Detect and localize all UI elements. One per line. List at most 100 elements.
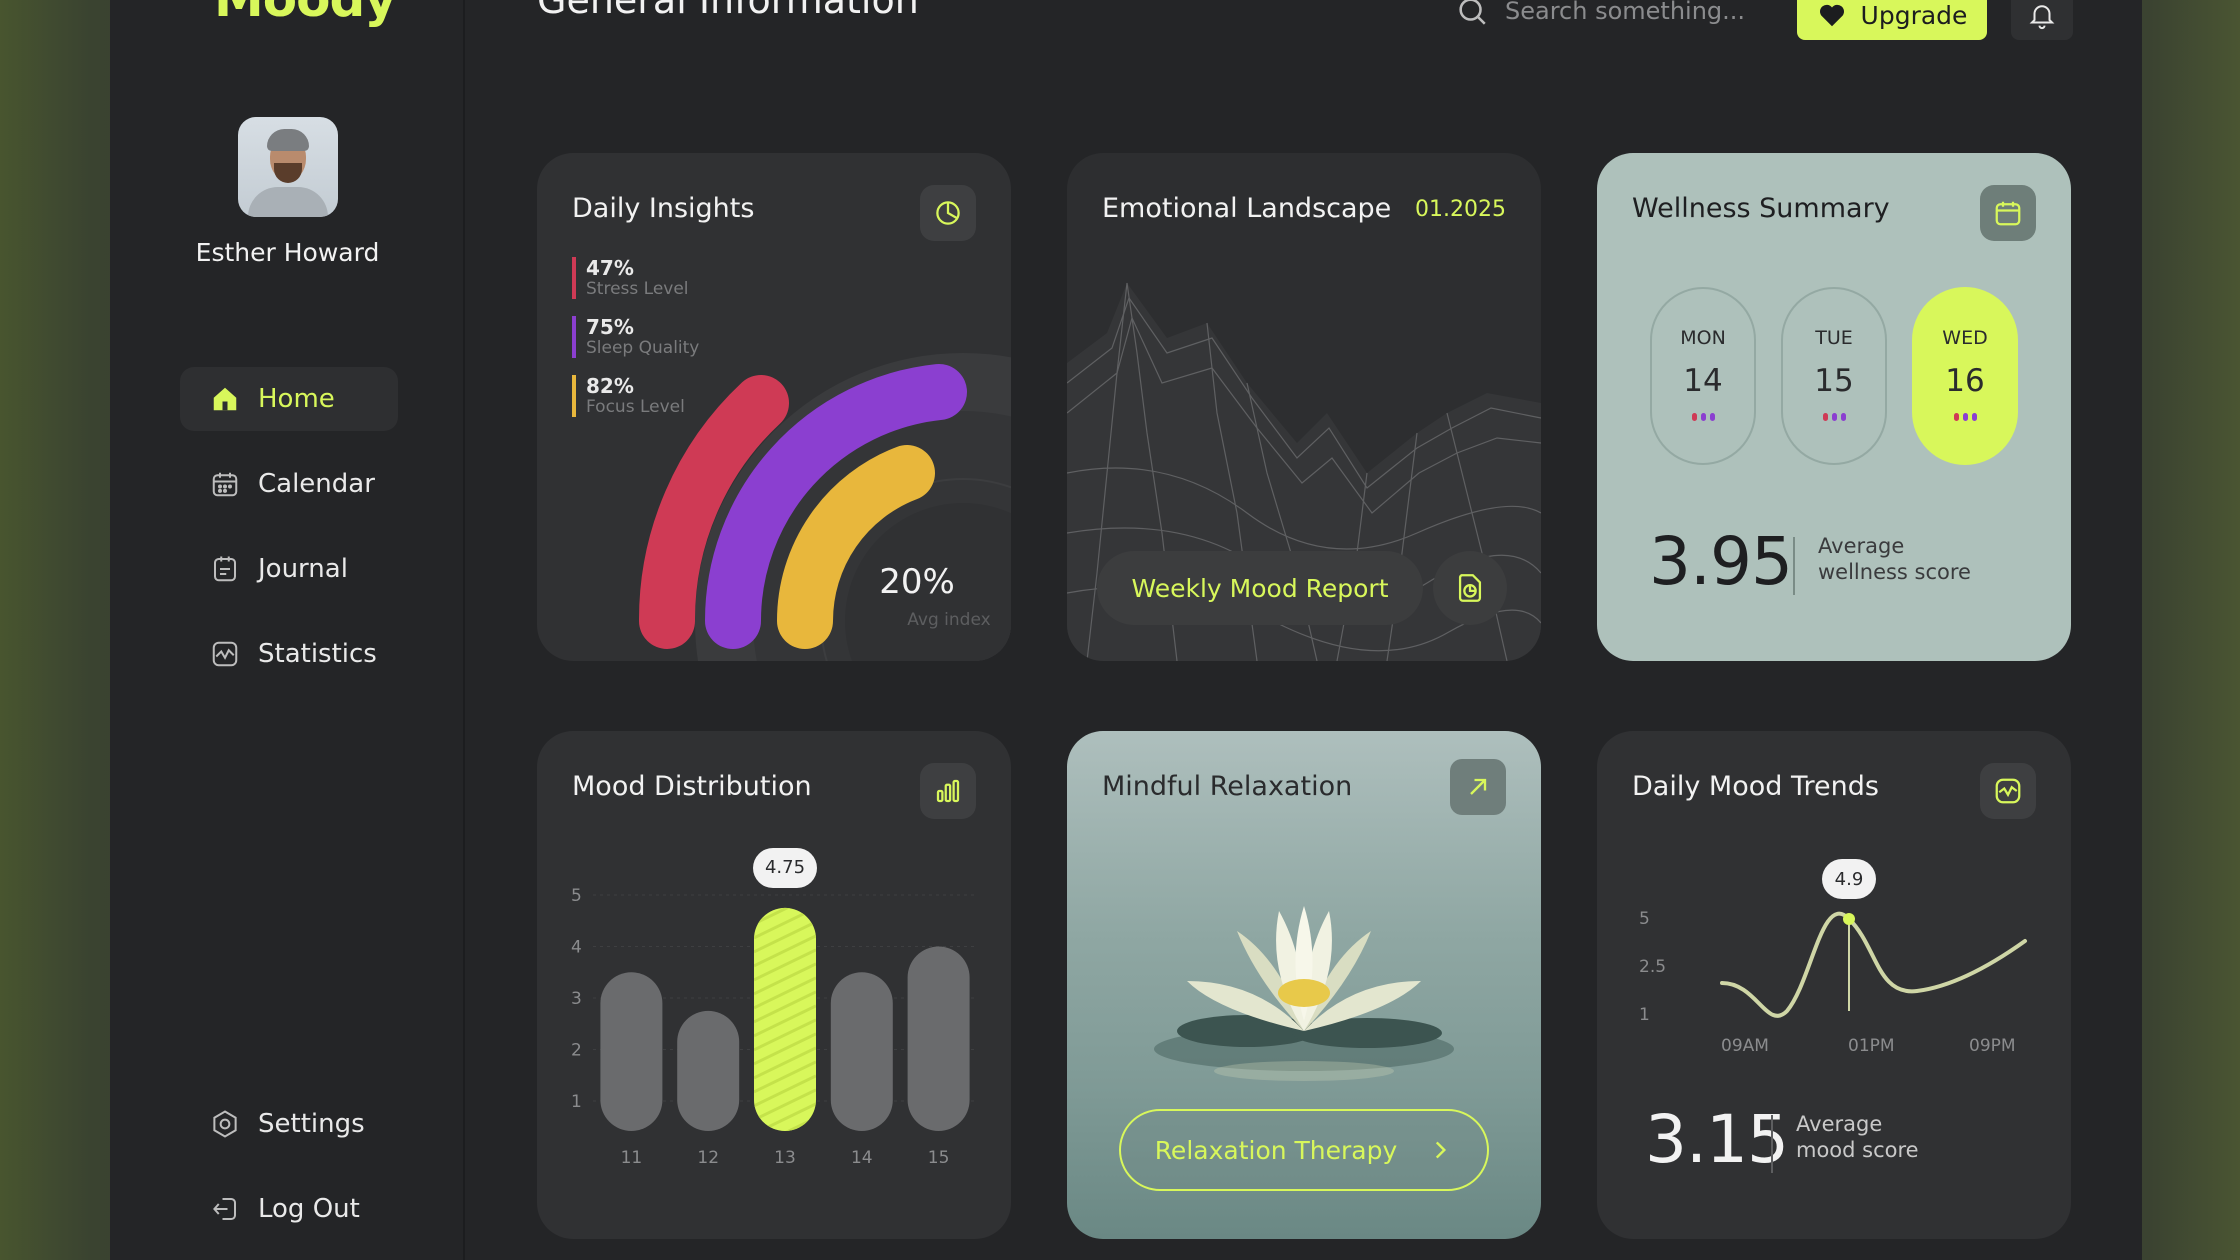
- settings-label: Settings: [258, 1109, 365, 1139]
- relaxation-therapy-button[interactable]: Relaxation Therapy: [1119, 1109, 1489, 1191]
- calendar-button[interactable]: [1980, 185, 2036, 241]
- statistics-icon: [212, 641, 238, 667]
- y-tick: 4: [571, 938, 582, 958]
- x-tick: 14: [851, 1148, 873, 1168]
- day-mon[interactable]: MON 14: [1650, 287, 1756, 465]
- sidebar-item-label: Statistics: [258, 639, 377, 669]
- y-tick: 2: [571, 1041, 582, 1061]
- home-icon: [213, 387, 237, 411]
- y-tick: 1: [571, 1092, 582, 1112]
- sidebar-item-statistics[interactable]: Statistics: [180, 622, 398, 686]
- sidebar-item-calendar[interactable]: Calendar: [180, 452, 398, 516]
- search-icon: [1459, 0, 1486, 25]
- app-window: Moody Esther Howard Home Calendar Journa…: [110, 0, 2142, 1260]
- y-tick: 3: [571, 989, 582, 1009]
- sidebar: Moody Esther Howard Home Calendar Journa…: [110, 0, 465, 1260]
- page-title: General Information: [537, 0, 919, 22]
- center-value: 20%: [879, 562, 955, 602]
- x-tick: 09AM: [1721, 1036, 1769, 1056]
- wellness-summary-card: Wellness Summary MON 14 TUE 15 WED 16 3.…: [1597, 153, 2071, 661]
- bar-12: [677, 1010, 740, 1131]
- daily-insights-card: Daily Insights 47% Stress Level 75% Slee…: [537, 153, 1011, 661]
- app-logo[interactable]: Moody: [214, 0, 397, 28]
- settings-icon: [213, 1110, 237, 1138]
- journal-icon: [214, 556, 236, 582]
- search-input[interactable]: Search something...: [1505, 0, 1745, 25]
- card-title: Wellness Summary: [1632, 193, 1890, 224]
- x-tick: 09PM: [1969, 1036, 2016, 1056]
- wellness-score: 3.95: [1649, 523, 1793, 600]
- weekly-mood-report-button[interactable]: Weekly Mood Report: [1097, 551, 1423, 625]
- user-name: Esther Howard: [195, 238, 380, 267]
- day-date: 15: [1814, 363, 1854, 399]
- upgrade-button[interactable]: Upgrade: [1797, 0, 1987, 40]
- mindful-relaxation-card: Mindful Relaxation Relaxation Therapy: [1067, 731, 1541, 1239]
- y-tick: 5: [571, 886, 582, 906]
- settings-button[interactable]: Settings: [180, 1092, 398, 1156]
- logout-icon: [213, 1198, 236, 1220]
- score-label-line: Average: [1818, 534, 1905, 558]
- sidebar-item-label: Calendar: [258, 469, 375, 499]
- score-label-line: Average: [1796, 1112, 1883, 1136]
- bar-15: [907, 946, 970, 1131]
- heart-icon: [1819, 4, 1844, 27]
- calendar-icon: [212, 472, 238, 497]
- day-date: 14: [1683, 363, 1723, 399]
- bar-tooltip: 4.75: [753, 847, 817, 888]
- score-label-line: wellness score: [1818, 560, 1971, 584]
- day-name: MON: [1680, 327, 1726, 349]
- day-name: TUE: [1815, 327, 1853, 349]
- mood-distribution-card: Mood Distribution 5 4 3 2 1 11 12 13 14 15 4.75: [537, 731, 1011, 1239]
- day-date: 16: [1945, 363, 1985, 399]
- bar-stripe: [754, 1174, 816, 1204]
- chevron-right-icon: [1436, 1141, 1447, 1159]
- calendar-icon: [1995, 201, 2021, 226]
- x-tick: 13: [774, 1148, 796, 1168]
- day-dots: [1783, 413, 1885, 421]
- day-tue[interactable]: TUE 15: [1781, 287, 1887, 465]
- x-tick: 11: [621, 1148, 643, 1168]
- trend-tooltip: 4.9: [1822, 859, 1876, 899]
- document-chart-icon: [1458, 574, 1482, 602]
- radial-progress-chart: 20% Avg index: [638, 353, 1011, 661]
- card-title: Emotional Landscape: [1102, 193, 1392, 224]
- x-tick: 15: [928, 1148, 950, 1168]
- y-tick: 2.5: [1639, 957, 1667, 977]
- day-name: WED: [1942, 327, 1988, 349]
- logout-label: Log Out: [258, 1194, 360, 1224]
- daily-mood-trends-card: Daily Mood Trends 4.9 5 2.5 1 09AM 01PM …: [1597, 731, 2071, 1239]
- download-report-button[interactable]: [1433, 551, 1507, 625]
- mood-score: 3.15: [1645, 1101, 1789, 1178]
- bar-11: [600, 972, 663, 1131]
- sidebar-item-home[interactable]: Home: [180, 367, 398, 431]
- score-label: Average wellness score: [1818, 533, 1971, 585]
- logout-button[interactable]: Log Out: [180, 1177, 398, 1241]
- main-content: General Information Search something... …: [465, 0, 2142, 1260]
- score-divider: [1771, 1115, 1773, 1173]
- bell-icon: [2029, 5, 2055, 30]
- arrow-up-right-icon: [1470, 778, 1487, 795]
- bar-14: [830, 972, 893, 1131]
- score-label: Average mood score: [1796, 1111, 1919, 1163]
- emotional-landscape-card: Emotional Landscape 01.2025 Weekly Mood …: [1067, 153, 1541, 661]
- x-tick: 12: [697, 1148, 719, 1168]
- open-relaxation-button[interactable]: [1450, 759, 1506, 815]
- sidebar-item-journal[interactable]: Journal: [180, 537, 398, 601]
- search-bar[interactable]: Search something...: [1455, 0, 1745, 28]
- trend-line: [1720, 911, 2027, 1018]
- sidebar-item-label: Journal: [258, 554, 348, 584]
- relaxation-therapy-label: Relaxation Therapy: [1154, 1135, 1398, 1165]
- upgrade-label: Upgrade: [1860, 0, 1968, 30]
- day-wed[interactable]: WED 16: [1912, 287, 2018, 465]
- score-divider: [1793, 537, 1795, 595]
- sidebar-item-label: Home: [258, 384, 335, 414]
- avatar[interactable]: [238, 117, 338, 217]
- mood-bar-chart: 5432111 12 13 14 15: [571, 886, 977, 1204]
- score-label-line: mood score: [1796, 1138, 1919, 1162]
- day-dots: [1914, 413, 2016, 421]
- notifications-button[interactable]: [2011, 0, 2073, 40]
- y-tick: 1: [1639, 1005, 1650, 1025]
- y-tick: 5: [1639, 909, 1650, 929]
- x-tick: 01PM: [1848, 1036, 1895, 1056]
- center-label: Avg index: [907, 610, 990, 630]
